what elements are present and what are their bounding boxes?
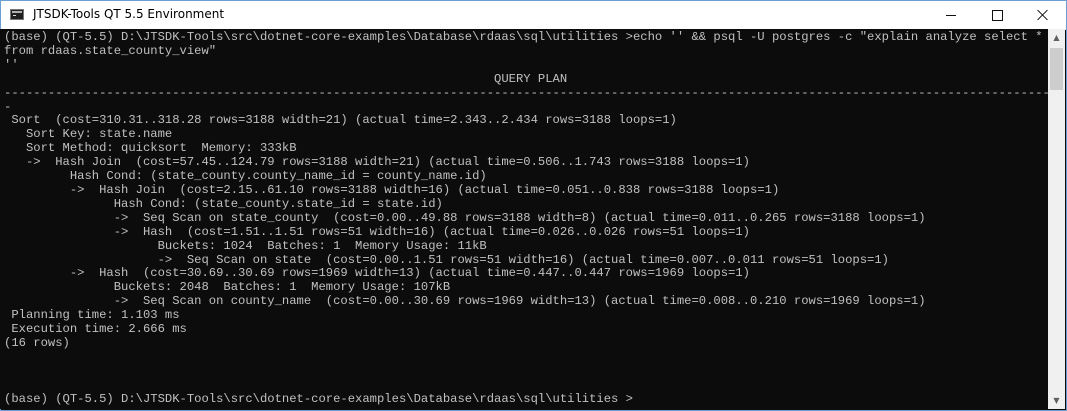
console-line: -> Hash Join (cost=2.15..61.10 rows=3188… [4,182,780,197]
minimize-icon [946,14,956,16]
chevron-up-icon: ▲ [1053,33,1060,42]
console-line: -> Seq Scan on state (cost=0.00..1.51 ro… [4,252,889,267]
console-line: ----------------------------------------… [4,85,1048,100]
close-button[interactable] [1020,1,1066,29]
console-line: Hash Cond: (state_county.state_id = stat… [4,196,443,211]
vertical-scrollbar[interactable]: ▲ ▼ [1048,29,1065,409]
console-line: QUERY PLAN [4,71,568,86]
terminal-text[interactable]: (base) (QT-5.5) D:\JTSDK-Tools\src\dotne… [0,29,1048,406]
console-line: (base) (QT-5.5) D:\JTSDK-Tools\src\dotne… [4,30,1048,44]
scroll-down-button[interactable]: ▼ [1048,392,1065,409]
console-line: Planning time: 1.103 ms [4,308,180,323]
console-line: (base) (QT-5.5) D:\JTSDK-Tools\src\dotne… [4,391,633,406]
console-line: -> Seq Scan on state_county (cost=0.00..… [4,210,926,225]
console-line: - [4,99,12,114]
console-icon[interactable] [10,9,24,20]
scroll-thumb[interactable] [1050,48,1063,90]
console-line: -> Hash (cost=1.51..1.51 rows=51 width=1… [4,224,750,239]
console-output-area[interactable]: (base) (QT-5.5) D:\JTSDK-Tools\src\dotne… [0,29,1048,409]
maximize-button[interactable] [974,1,1020,29]
chevron-down-icon: ▼ [1053,396,1060,405]
console-line: -> Hash (cost=30.69..30.69 rows=1969 wid… [4,266,750,281]
minimize-button[interactable] [928,1,974,29]
console-line: Sort Method: quicksort Memory: 333kB [4,141,297,156]
maximize-icon [991,9,1003,21]
console-line: Buckets: 2048 Batches: 1 Memory Usage: 1… [4,280,451,295]
console-line: -> Seq Scan on county_name (cost=0.00..3… [4,294,926,309]
console-line: -> Hash Join (cost=57.45..124.79 rows=31… [4,155,750,170]
console-line: Hash Cond: (state_county.county_name_id … [4,169,487,184]
console-line: (16 rows) [4,335,70,350]
title-bar[interactable]: JTSDK-Tools QT 5.5 Environment [1,1,1066,30]
console-line: Sort (cost=310.31..318.28 rows=3188 widt… [4,113,677,128]
close-icon [1037,9,1049,21]
console-line: Buckets: 1024 Batches: 1 Memory Usage: 1… [4,238,487,253]
console-line: from rdaas.state_county_view" [4,43,217,58]
console-line: '' [4,57,19,72]
scroll-up-button[interactable]: ▲ [1048,29,1065,46]
console-line: Sort Key: state.name [4,127,173,142]
window-title: JTSDK-Tools QT 5.5 Environment [33,7,225,21]
console-line: Execution time: 2.666 ms [4,322,187,337]
